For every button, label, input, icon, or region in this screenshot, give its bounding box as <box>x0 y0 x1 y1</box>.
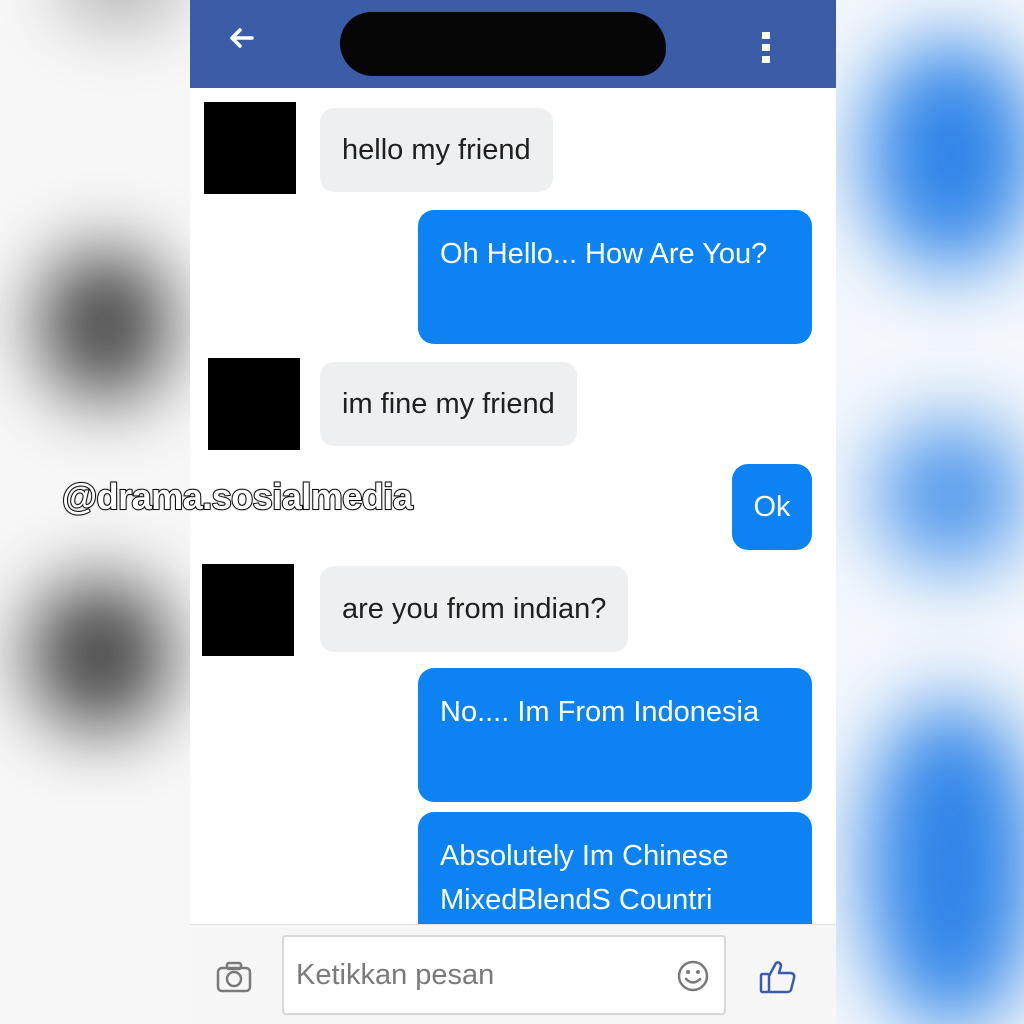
chat-header <box>190 0 836 88</box>
message-text: No.... Im From Indonesia <box>440 696 760 728</box>
message-text: hello my friend <box>342 134 531 166</box>
incoming-message: im fine my friend <box>320 362 577 446</box>
message-composer <box>190 924 836 1024</box>
blurred-shape <box>866 40 1024 270</box>
blurred-shape <box>60 0 180 20</box>
blurred-shape <box>876 420 1024 570</box>
emoji-icon[interactable] <box>676 959 710 993</box>
outgoing-message: Oh Hello... How Are You? <box>418 210 812 344</box>
thumbs-up-icon[interactable] <box>758 959 798 995</box>
blurred-shape <box>866 700 1024 1024</box>
message-input-box[interactable] <box>282 935 726 1015</box>
incoming-message: are you from indian? <box>320 566 629 652</box>
message-text: Absolutely Im Chinese MixedBlendS Countr… <box>440 840 729 916</box>
message-text: Ok <box>753 491 791 523</box>
message-text: are you from indian? <box>342 593 607 625</box>
redacted-contact-name <box>340 12 666 76</box>
blurred-shape <box>30 580 170 730</box>
redacted-avatar <box>204 102 296 194</box>
message-text: im fine my friend <box>342 388 555 420</box>
outgoing-message: No.... Im From Indonesia <box>418 668 812 802</box>
blurred-shape <box>40 250 170 400</box>
more-vertical-icon[interactable] <box>754 28 778 68</box>
message-text: Oh Hello... How Are You? <box>440 238 768 270</box>
right-blurred-backdrop <box>836 0 1024 1024</box>
watermark-text: @drama.sosialmedia <box>61 475 414 518</box>
back-arrow-icon[interactable] <box>226 22 258 54</box>
message-input[interactable] <box>284 937 664 1013</box>
camera-icon[interactable] <box>216 961 252 993</box>
incoming-message: hello my friend <box>320 108 553 192</box>
redacted-avatar <box>202 564 294 656</box>
outgoing-message: Ok <box>732 464 812 550</box>
redacted-avatar <box>208 358 300 450</box>
